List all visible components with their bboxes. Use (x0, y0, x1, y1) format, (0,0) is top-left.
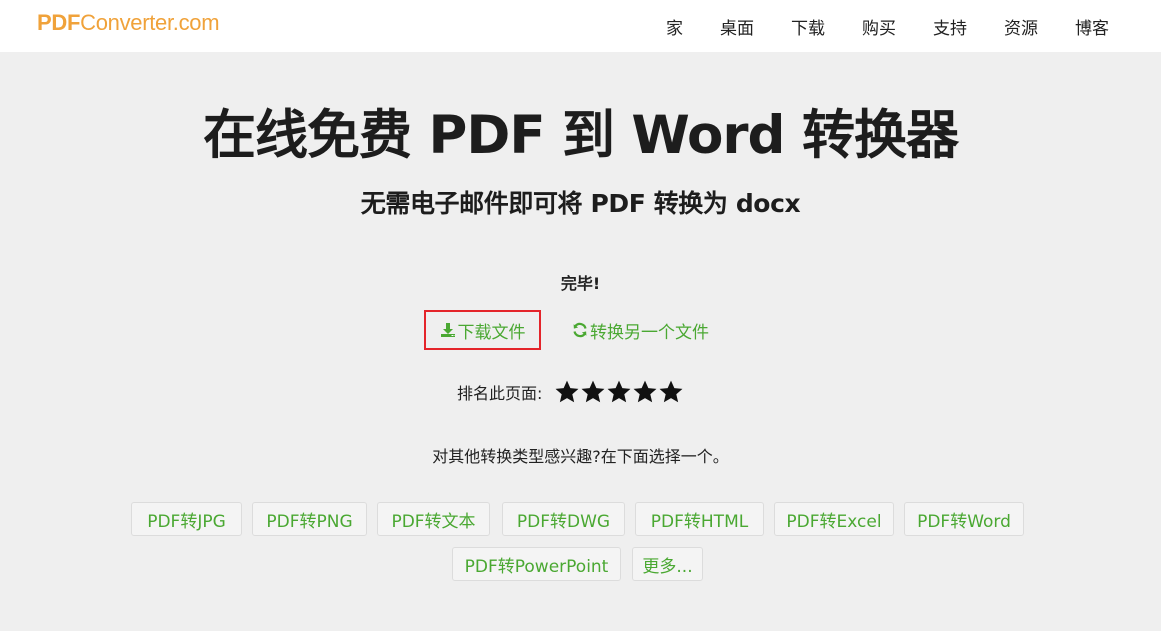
site-logo[interactable]: PDFConverter.com (37, 10, 220, 36)
other-conversions-prompt: 对其他转换类型感兴趣?在下面选择一个。 (432, 447, 729, 466)
star-icon[interactable] (632, 379, 658, 405)
star-icon[interactable] (658, 379, 684, 405)
top-bar: PDFConverter.com 家 桌面 下载 购买 支持 资源 博客 (0, 0, 1161, 52)
rating-row: 排名此页面: (457, 376, 684, 408)
download-file-label: 下载文件 (457, 322, 526, 343)
nav-item-buy[interactable]: 购买 (862, 14, 896, 39)
chip-pdf-to-dwg[interactable]: PDF转DWG (502, 502, 625, 536)
nav-item-desktop[interactable]: 桌面 (720, 14, 754, 39)
nav-item-home[interactable]: 家 (666, 14, 683, 39)
rating-stars (554, 379, 684, 405)
nav-item-resources[interactable]: 资源 (1004, 14, 1038, 39)
nav-item-support[interactable]: 支持 (933, 14, 967, 39)
star-icon[interactable] (580, 379, 606, 405)
logo-suffix: Converter.com (80, 10, 220, 35)
chip-pdf-to-jpg[interactable]: PDF转JPG (131, 502, 242, 536)
status-text: 完毕! (560, 274, 601, 293)
nav-item-download[interactable]: 下载 (791, 14, 825, 39)
nav-item-blog[interactable]: 博客 (1075, 14, 1109, 39)
logo-prefix: PDF (37, 10, 81, 35)
star-icon[interactable] (554, 379, 580, 405)
download-file-button[interactable]: 下载文件 (424, 310, 541, 350)
chip-more[interactable]: 更多... (632, 547, 703, 581)
rating-label: 排名此页面: (457, 384, 543, 403)
star-icon[interactable] (606, 379, 632, 405)
page-title: 在线免费 PDF 到 Word 转换器 (203, 105, 959, 166)
chip-pdf-to-text[interactable]: PDF转文本 (377, 502, 490, 536)
refresh-icon (573, 322, 587, 338)
download-icon (440, 323, 455, 337)
chip-pdf-to-png[interactable]: PDF转PNG (252, 502, 367, 536)
chip-pdf-to-word[interactable]: PDF转Word (904, 502, 1024, 536)
convert-another-link[interactable]: 转换另一个文件 (572, 316, 709, 344)
chip-pdf-to-html[interactable]: PDF转HTML (635, 502, 764, 536)
convert-another-label: 转换另一个文件 (590, 322, 709, 343)
chip-pdf-to-powerpoint[interactable]: PDF转PowerPoint (452, 547, 621, 581)
chip-pdf-to-excel[interactable]: PDF转Excel (774, 502, 894, 536)
page-subtitle: 无需电子邮件即可将 PDF 转换为 docx (360, 189, 801, 218)
main-nav: 家 桌面 下载 购买 支持 资源 博客 (629, 0, 1109, 52)
